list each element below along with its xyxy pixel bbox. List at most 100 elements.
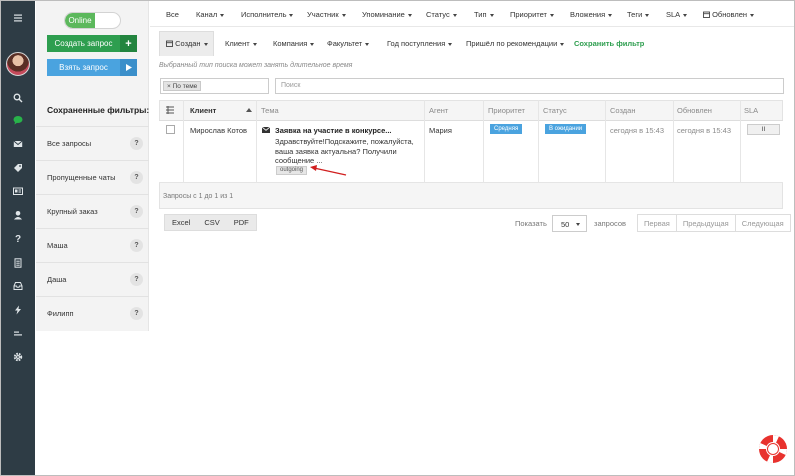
- chevron-down-icon: [203, 42, 208, 46]
- column-settings[interactable]: [166, 100, 174, 120]
- previous-page-button[interactable]: Предыдущая: [675, 214, 736, 232]
- chevron-down-icon: [750, 13, 755, 17]
- chevron-down-icon: [252, 42, 257, 46]
- filter-channel-label: Канал: [196, 10, 218, 19]
- question-icon[interactable]: ?: [130, 204, 143, 218]
- take-request-label: Взять запрос: [59, 63, 108, 72]
- filter-company-label: Компания: [273, 39, 308, 48]
- subject-title[interactable]: Заявка на участие в конкурсе...: [275, 126, 392, 135]
- header-priority[interactable]: Приоритет: [488, 100, 525, 120]
- search-hint: Выбранный тип поиска может занять длител…: [159, 62, 353, 69]
- header-subject[interactable]: Тема: [261, 100, 279, 120]
- table-header-divider: [159, 120, 783, 121]
- filter-updated[interactable]: Обновлен: [703, 10, 755, 19]
- bolt-icon[interactable]: [1, 301, 35, 319]
- lifebuoy-help-icon[interactable]: [757, 433, 789, 465]
- page-size-select[interactable]: 50: [552, 215, 587, 232]
- avatar[interactable]: [6, 52, 30, 76]
- document-icon[interactable]: [1, 254, 35, 272]
- header-created[interactable]: Создан: [610, 100, 635, 120]
- filter-all[interactable]: Все: [166, 10, 179, 19]
- filter-attachments-label: Вложения: [570, 10, 606, 19]
- saved-filter-item[interactable]: Крупный заказ ?: [36, 194, 149, 227]
- saved-filter-item[interactable]: Пропущенные чаты ?: [36, 160, 149, 193]
- question-icon[interactable]: ?: [130, 170, 143, 184]
- next-page-button[interactable]: Следующая: [734, 214, 791, 232]
- chevron-down-icon: [289, 13, 294, 17]
- filter-status[interactable]: Статус: [426, 10, 457, 19]
- filter-type[interactable]: Тип: [474, 10, 494, 19]
- header-agent[interactable]: Агент: [429, 100, 448, 120]
- inbox-icon[interactable]: [1, 277, 35, 295]
- priority-badge: Средняя: [490, 124, 523, 134]
- saved-filter-item[interactable]: Филипп ?: [36, 296, 149, 329]
- export-excel-button[interactable]: Excel: [165, 215, 197, 230]
- outgoing-tag: outgoing: [276, 166, 308, 175]
- header-client[interactable]: Клиент: [190, 100, 216, 120]
- icon-rail: ?: [1, 1, 35, 475]
- filter-attachments[interactable]: Вложения: [570, 10, 613, 19]
- column-divider: [605, 100, 606, 183]
- filter-faculty[interactable]: Факультет: [327, 39, 370, 48]
- mail-icon[interactable]: [1, 135, 35, 153]
- question-icon[interactable]: ?: [130, 238, 143, 252]
- filter-tags[interactable]: Теги: [627, 10, 650, 19]
- filter-channel[interactable]: Канал: [196, 10, 225, 19]
- client-name[interactable]: Мирослав Котов: [190, 126, 247, 135]
- status-badge: В ожидании: [545, 124, 587, 134]
- online-toggle[interactable]: Online: [64, 12, 121, 29]
- chevron-down-icon: [448, 42, 453, 46]
- question-icon[interactable]: ?: [130, 272, 143, 286]
- filter-mention[interactable]: Упоминание: [362, 10, 412, 19]
- chevron-down-icon: [645, 13, 650, 17]
- export-pdf-button[interactable]: PDF: [227, 215, 256, 230]
- id-card-icon[interactable]: [1, 182, 35, 200]
- menu-icon[interactable]: [1, 9, 35, 27]
- filter-admission-year[interactable]: Год поступления: [387, 39, 453, 48]
- sort-asc-icon[interactable]: [246, 100, 252, 120]
- gear-icon[interactable]: [1, 348, 35, 366]
- export-csv-button[interactable]: CSV: [197, 215, 226, 230]
- create-request-label: Создать запрос: [54, 39, 113, 48]
- search-icon[interactable]: [1, 89, 35, 107]
- saved-filter-item[interactable]: Маша ?: [36, 228, 149, 261]
- first-page-button[interactable]: Первая: [637, 214, 677, 232]
- create-request-button[interactable]: Создать запрос +: [47, 35, 137, 52]
- question-icon[interactable]: ?: [130, 306, 143, 320]
- help-icon[interactable]: ?: [1, 230, 35, 248]
- tag-icon[interactable]: [1, 159, 35, 177]
- take-request-button[interactable]: Взять запрос: [47, 59, 137, 76]
- updated-time: сегодня в 15:43: [677, 126, 731, 135]
- align-icon[interactable]: [1, 325, 35, 343]
- filter-assignee[interactable]: Исполнитель: [241, 10, 294, 19]
- column-divider: [740, 100, 741, 183]
- filter-referral[interactable]: Пришёл по рекомендации: [466, 39, 565, 48]
- search-type-box[interactable]: × По теме: [160, 78, 269, 94]
- results-count: Запросы с 1 до 1 из 1: [163, 193, 234, 200]
- header-sla[interactable]: SLA: [744, 100, 758, 120]
- filter-client[interactable]: Клиент: [225, 39, 257, 48]
- header-updated[interactable]: Обновлен: [677, 100, 712, 120]
- saved-filter-item[interactable]: Даша ?: [36, 262, 149, 295]
- filter-company[interactable]: Компания: [273, 39, 315, 48]
- save-filter-link[interactable]: Сохранить фильтр: [574, 39, 644, 48]
- search-type-tag[interactable]: × По теме: [163, 81, 202, 91]
- saved-filter-item[interactable]: Все запросы ?: [36, 126, 149, 159]
- header-status[interactable]: Статус: [543, 100, 567, 120]
- filter-sla[interactable]: SLA: [666, 10, 688, 19]
- chat-icon[interactable]: [1, 111, 35, 129]
- plus-icon: +: [120, 35, 137, 52]
- calendar-icon: [703, 11, 710, 18]
- page-size-label: Показать: [515, 219, 547, 228]
- filter-priority[interactable]: Приоритет: [510, 10, 554, 19]
- filter-participant[interactable]: Участник: [307, 10, 346, 19]
- row-checkbox[interactable]: [166, 125, 175, 134]
- filter-client-label: Клиент: [225, 39, 250, 48]
- question-icon[interactable]: ?: [130, 136, 143, 150]
- chevron-down-icon: [550, 13, 554, 17]
- filter-participant-label: Участник: [307, 10, 339, 19]
- saved-filters-title: Сохраненные фильтры:: [47, 105, 150, 115]
- user-icon[interactable]: [1, 206, 35, 224]
- filter-created[interactable]: Создан: [166, 39, 208, 48]
- search-input[interactable]: Поиск: [275, 78, 784, 94]
